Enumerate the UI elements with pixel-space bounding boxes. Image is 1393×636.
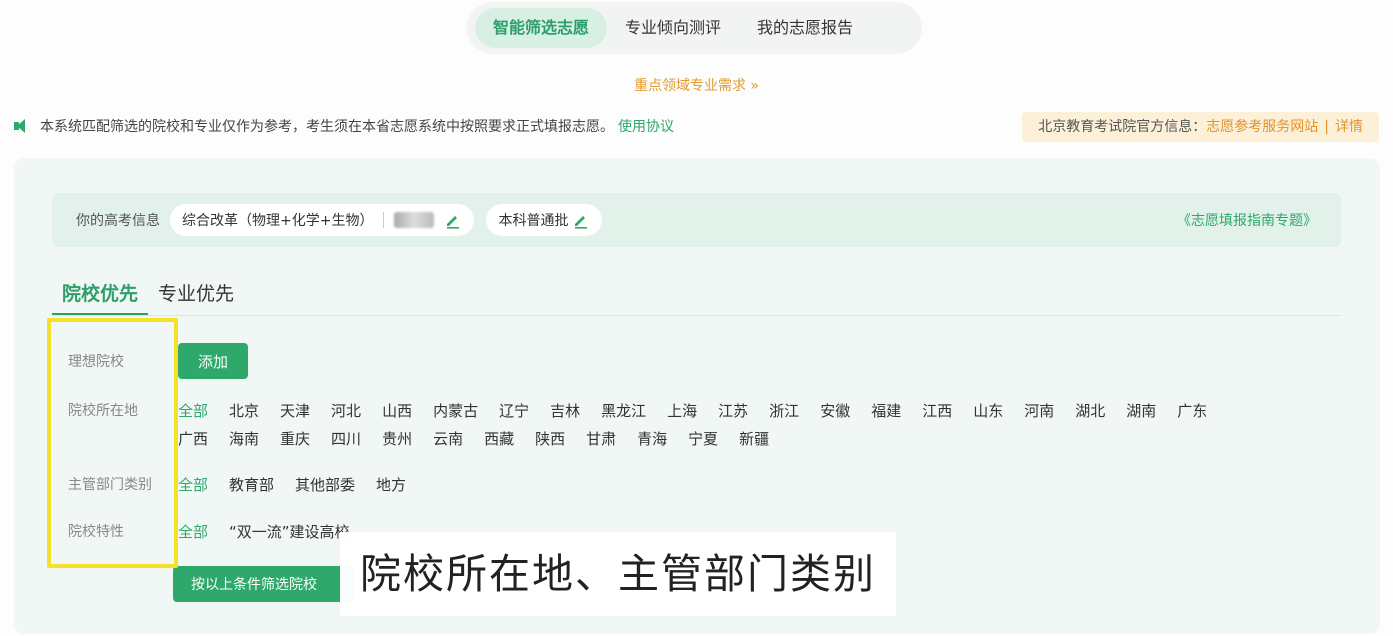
location-option[interactable]: 陕西: [535, 428, 565, 449]
filter-row-department: 主管部门类别 全部 教育部 其他部委 地方: [52, 474, 1278, 502]
location-option[interactable]: 青海: [637, 428, 667, 449]
location-option[interactable]: 江苏: [718, 400, 748, 421]
location-option[interactable]: 山东: [973, 400, 1003, 421]
official-site-link[interactable]: 志愿参考服务网站: [1206, 119, 1318, 135]
filter-label-feature: 院校特性: [68, 524, 124, 540]
feature-option[interactable]: “双一流”建设高校: [229, 521, 350, 542]
pill-divider: [383, 212, 385, 228]
feature-option[interactable]: 全部: [178, 521, 208, 542]
location-options: 全部 北京 天津 河北 山西 内蒙古 辽宁 吉林 黑龙江 上海 江苏 浙江 安徽 福建 江西 山东 河南 湖北 湖南…: [178, 400, 1278, 456]
official-label: 北京教育考试院官方信息：: [1038, 119, 1207, 135]
official-info: 北京教育考试院官方信息：志愿参考服务网站 | 详情: [1022, 112, 1379, 142]
location-option[interactable]: 宁夏: [688, 428, 718, 449]
department-option[interactable]: 全部: [178, 474, 208, 495]
official-detail-link[interactable]: 详情: [1335, 119, 1363, 135]
edit-icon[interactable]: [444, 211, 462, 229]
blurred-score: [394, 212, 435, 228]
department-option[interactable]: 其他部委: [295, 474, 355, 495]
agreement-link[interactable]: 使用协议: [618, 116, 674, 136]
location-option[interactable]: 新疆: [739, 428, 769, 449]
location-option[interactable]: 湖南: [1126, 400, 1156, 421]
location-option[interactable]: 广东: [1177, 400, 1207, 421]
location-option[interactable]: 全部: [178, 400, 208, 421]
notice-bar: 本系统匹配筛选的院校和专业仅作为参考，考生须在本省志愿系统中按照要求正式填报志愿…: [14, 116, 674, 136]
exam-info-label: 你的高考信息: [76, 213, 160, 229]
notice-text: 本系统匹配筛选的院校和专业仅作为参考，考生须在本省志愿系统中按照要求正式填报志愿…: [40, 119, 614, 135]
guide-link[interactable]: 《志愿填报指南专题》: [1177, 210, 1317, 230]
batch-text: 本科普通批: [498, 213, 569, 229]
location-option[interactable]: 安徽: [820, 400, 850, 421]
filter-submit-button[interactable]: 按以上条件筛选院校: [173, 566, 353, 602]
filter-row-ideal: 理想院校 添加: [52, 343, 248, 379]
filter-row-location: 院校所在地 全部 北京 天津 河北 山西 内蒙古 辽宁 吉林 黑龙江 上海 江苏 浙江 安徽 福建 江西 山东…: [52, 400, 1278, 456]
tab-school-first[interactable]: 院校优先: [52, 279, 149, 315]
official-separator: |: [1324, 119, 1329, 135]
filter-label-ideal: 理想院校: [68, 354, 124, 370]
location-option[interactable]: 西藏: [484, 428, 514, 449]
location-option[interactable]: 天津: [280, 400, 310, 421]
location-option[interactable]: 甘肃: [586, 428, 616, 449]
location-option[interactable]: 四川: [331, 428, 361, 449]
tab-my-report[interactable]: 我的志愿报告: [739, 8, 871, 48]
location-option[interactable]: 云南: [433, 428, 463, 449]
location-option[interactable]: 江西: [922, 400, 952, 421]
location-option[interactable]: 贵州: [382, 428, 412, 449]
location-option[interactable]: 河北: [331, 400, 361, 421]
filter-label-department: 主管部门类别: [68, 477, 152, 493]
location-option[interactable]: 上海: [667, 400, 697, 421]
batch-pill: 本科普通批: [486, 204, 603, 236]
tab-major-first[interactable]: 专业优先: [148, 279, 244, 315]
key-demand-link[interactable]: 重点领域专业需求 »: [0, 75, 1393, 95]
top-tab-bar: 智能筛选志愿 专业倾向测评 我的志愿报告: [467, 2, 922, 54]
location-option[interactable]: 北京: [229, 400, 259, 421]
edit-icon[interactable]: [572, 211, 590, 229]
video-caption: 院校所在地、主管部门类别: [340, 532, 896, 616]
department-options: 全部 教育部 其他部委 地方: [178, 474, 1278, 502]
location-option[interactable]: 浙江: [769, 400, 799, 421]
location-option[interactable]: 吉林: [550, 400, 580, 421]
location-option[interactable]: 内蒙古: [433, 400, 478, 421]
location-option[interactable]: 山西: [382, 400, 412, 421]
location-option[interactable]: 广西: [178, 428, 208, 449]
tab-smart-filter[interactable]: 智能筛选志愿: [475, 8, 608, 48]
location-option[interactable]: 海南: [229, 428, 259, 449]
location-option[interactable]: 重庆: [280, 428, 310, 449]
location-option[interactable]: 河南: [1024, 400, 1054, 421]
location-option[interactable]: 黑龙江: [601, 400, 646, 421]
tab-major-test[interactable]: 专业倾向测评: [607, 8, 739, 48]
speaker-icon: [14, 119, 30, 133]
sub-tab-bar: 院校优先 专业优先: [52, 274, 1341, 316]
location-option[interactable]: 福建: [871, 400, 901, 421]
subjects-text: 综合改革（物理+化学+生物）: [182, 213, 374, 229]
add-school-button[interactable]: 添加: [178, 343, 248, 379]
exam-info-bar: 你的高考信息 综合改革（物理+化学+生物） 本科普通批 《志愿填报指南专题》: [52, 193, 1341, 247]
location-option[interactable]: 湖北: [1075, 400, 1105, 421]
filter-label-location: 院校所在地: [68, 403, 138, 419]
location-option[interactable]: 辽宁: [499, 400, 529, 421]
department-option[interactable]: 教育部: [229, 474, 274, 495]
subjects-pill: 综合改革（物理+化学+生物）: [170, 204, 475, 236]
department-option[interactable]: 地方: [376, 474, 406, 495]
